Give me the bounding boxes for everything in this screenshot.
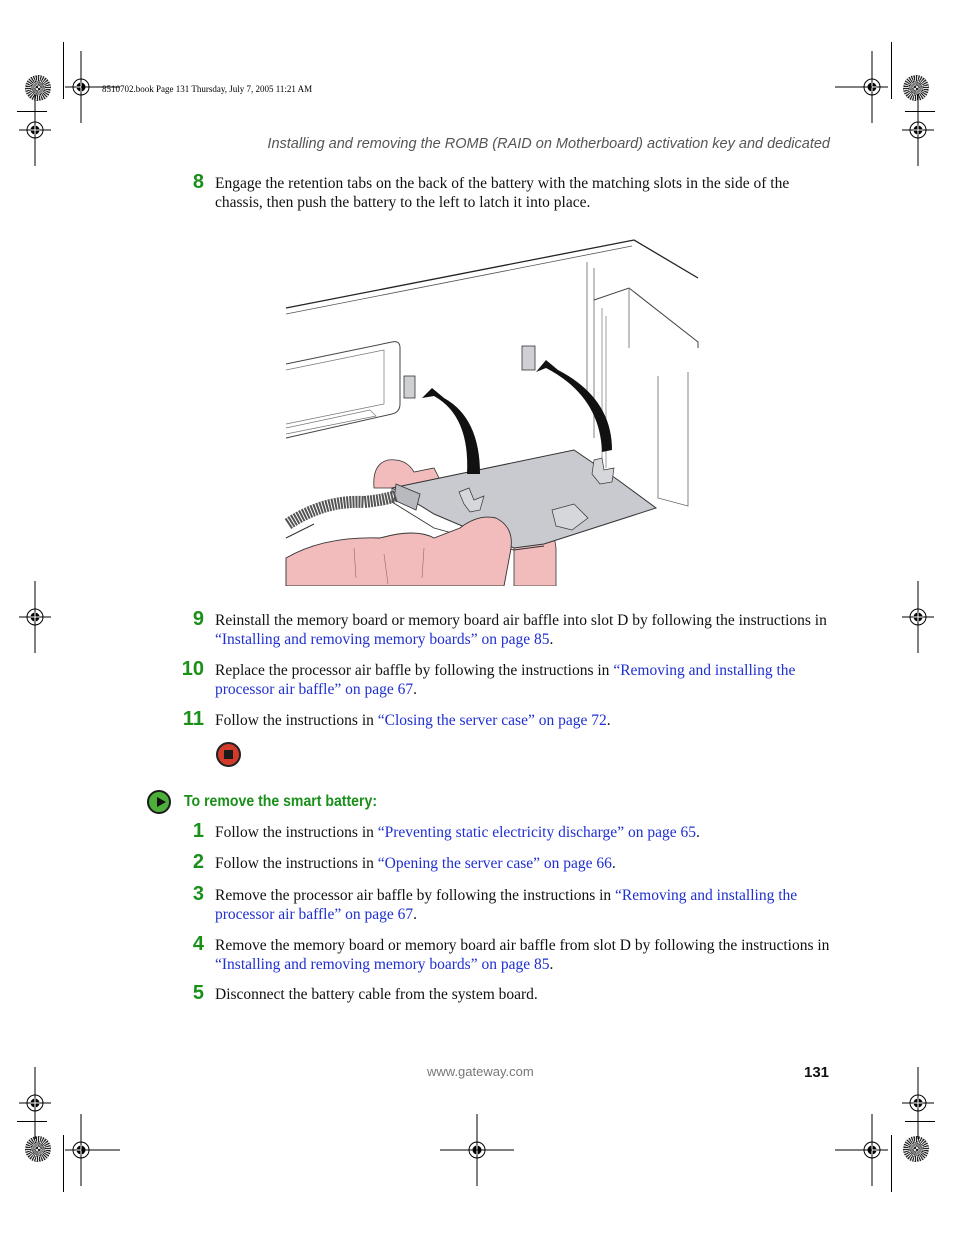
cross-reference-link[interactable]: “Installing and removing memory boards” … bbox=[215, 956, 549, 973]
step-text: Follow the instructions in bbox=[215, 824, 378, 841]
punctuation: . bbox=[413, 681, 417, 698]
chassis-slot bbox=[403, 375, 416, 399]
step-text: Replace the processor air baffle by foll… bbox=[215, 662, 614, 679]
step-8: 8 Engage the retention tabs on the back … bbox=[180, 171, 830, 212]
step-text: Engage the retention tabs on the back of… bbox=[215, 175, 790, 211]
step-9: 9 Reinstall the memory board or memory b… bbox=[180, 608, 830, 649]
running-head: Installing and removing the ROMB (RAID o… bbox=[267, 136, 830, 152]
step-11: 11 Follow the instructions in “Closing t… bbox=[180, 708, 830, 730]
procedure-title: To remove the smart battery: bbox=[184, 793, 378, 810]
cross-reference-link[interactable]: “Installing and removing memory boards” … bbox=[215, 631, 549, 648]
procedure-heading: To remove the smart battery: bbox=[147, 790, 403, 814]
battery-cable bbox=[284, 490, 398, 530]
step-5: 5 Disconnect the battery cable from the … bbox=[180, 982, 830, 1004]
stop-icon bbox=[216, 742, 241, 767]
smart-battery bbox=[390, 449, 658, 549]
step-text: Remove the processor air baffle by follo… bbox=[215, 887, 616, 904]
print-slug: 8510702.book Page 131 Thursday, July 7, … bbox=[102, 84, 313, 94]
step-text: Disconnect the battery cable from the sy… bbox=[215, 986, 538, 1003]
insertion-arrow bbox=[536, 360, 612, 452]
punctuation: . bbox=[606, 712, 611, 729]
cross-reference-link[interactable]: “Preventing static electricity discharge… bbox=[378, 824, 696, 841]
punctuation: . bbox=[611, 855, 616, 872]
page-number: 131 bbox=[804, 1064, 830, 1081]
step-1: 1 Follow the instructions in “Preventing… bbox=[180, 820, 830, 842]
insertion-arrow bbox=[422, 388, 480, 474]
step-number: 1 bbox=[192, 820, 204, 842]
cross-reference-link[interactable]: “Closing the server case” on page 72 bbox=[378, 712, 607, 729]
step-number: 8 bbox=[192, 171, 204, 193]
cross-reference-link[interactable]: “Opening the server case” on page 66 bbox=[378, 855, 612, 872]
step-number: 11 bbox=[182, 708, 204, 730]
step-text: Reinstall the memory board or memory boa… bbox=[215, 612, 827, 629]
chassis-slot bbox=[521, 345, 536, 371]
step-text: Follow the instructions in bbox=[215, 712, 378, 729]
punctuation: . bbox=[549, 956, 554, 973]
play-icon bbox=[147, 790, 171, 814]
step-4: 4 Remove the memory board or memory boar… bbox=[180, 933, 830, 974]
punctuation: . bbox=[413, 906, 417, 923]
step-text: Remove the memory board or memory board … bbox=[215, 937, 830, 954]
step-text: Follow the instructions in bbox=[215, 855, 378, 872]
hand bbox=[285, 516, 512, 586]
step-number: 4 bbox=[192, 933, 204, 955]
step-number: 9 bbox=[192, 608, 204, 630]
battery-installation-illustration bbox=[284, 239, 699, 586]
chassis-edge bbox=[285, 239, 699, 309]
step-number: 2 bbox=[192, 851, 204, 873]
footer-url[interactable]: www.gateway.com bbox=[427, 1064, 534, 1079]
step-10: 10 Replace the processor air baffle by f… bbox=[180, 658, 830, 699]
punctuation: . bbox=[695, 824, 700, 841]
step-2: 2 Follow the instructions in “Opening th… bbox=[180, 851, 830, 873]
step-3: 3 Remove the processor air baffle by fol… bbox=[180, 883, 830, 924]
step-number: 5 bbox=[192, 982, 204, 1004]
step-number: 3 bbox=[192, 883, 204, 905]
punctuation: . bbox=[549, 631, 554, 648]
step-number: 10 bbox=[181, 658, 204, 680]
